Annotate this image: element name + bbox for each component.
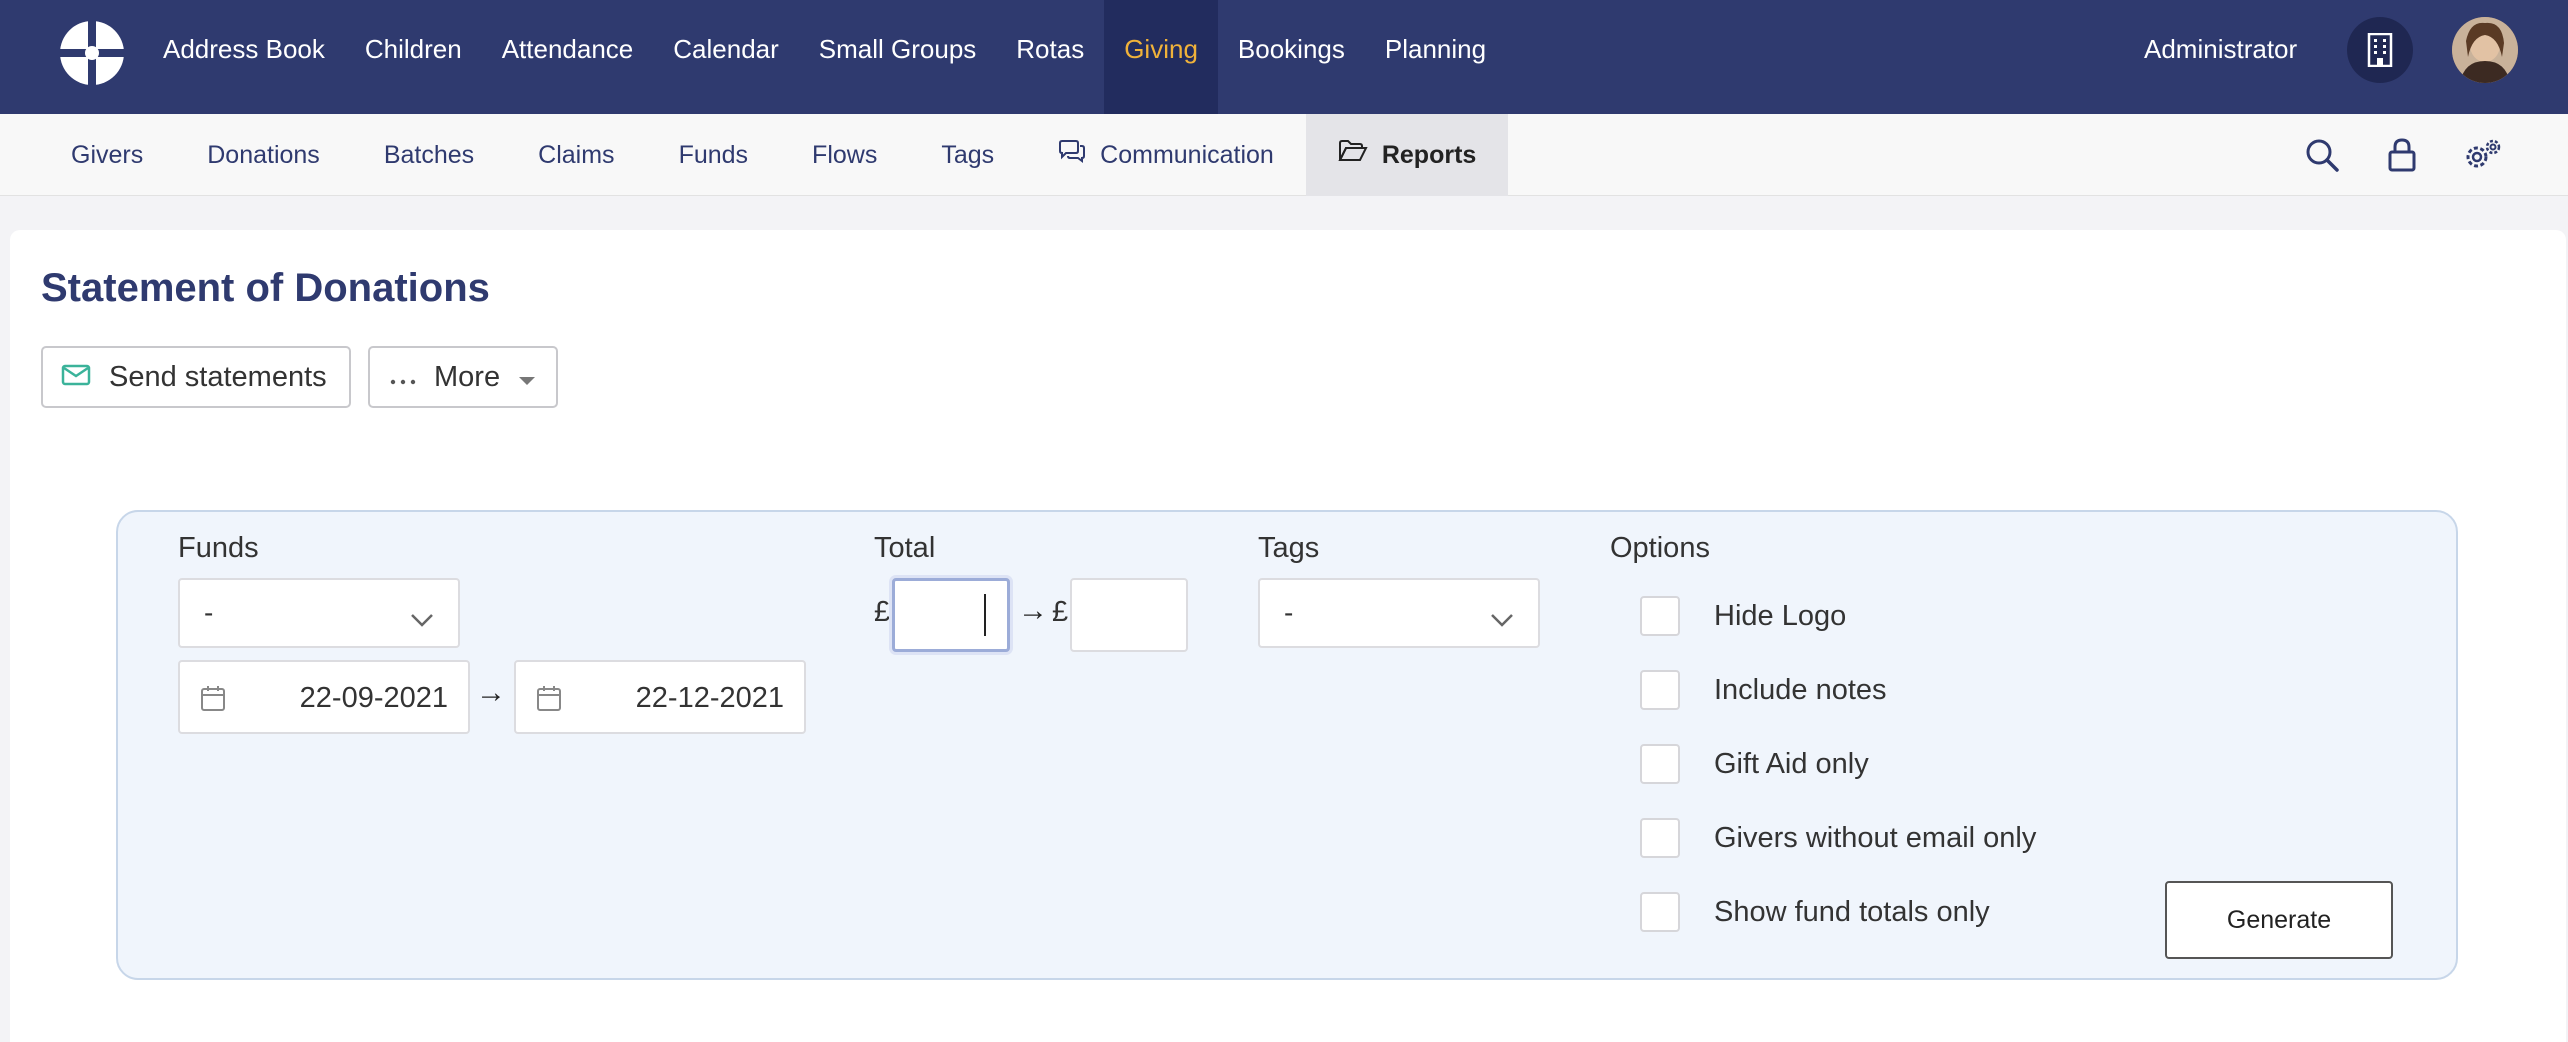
date-to-input[interactable]: 22-12-2021	[514, 660, 806, 734]
nav-item-attendance[interactable]: Attendance	[482, 0, 654, 114]
chat-icon	[1058, 115, 1086, 195]
user-name[interactable]: Administrator	[2144, 0, 2297, 98]
ellipsis-icon	[390, 361, 416, 394]
chevron-down-icon	[1490, 602, 1514, 634]
nav-item-bookings[interactable]: Bookings	[1218, 0, 1365, 114]
tab-batches[interactable]: Batches	[352, 114, 506, 196]
funds-select[interactable]: -	[178, 578, 460, 648]
send-statements-button[interactable]: Send statements	[41, 346, 351, 408]
funds-label: Funds	[178, 532, 259, 564]
top-navigation-bar: Address Book Children Attendance Calenda…	[0, 0, 2568, 114]
tab-label: Tags	[941, 141, 995, 169]
tab-givers[interactable]: Givers	[39, 114, 175, 196]
tab-label: Reports	[1381, 141, 1477, 169]
nav-item-children[interactable]: Children	[345, 0, 482, 114]
tab-label: Flows	[812, 141, 878, 169]
nav-item-address-book[interactable]: Address Book	[143, 0, 345, 114]
sub-nav-menu: Givers Donations Batches Claims Funds Fl…	[39, 114, 1509, 196]
top-nav-menu: Address Book Children Attendance Calenda…	[143, 0, 1506, 114]
building-icon[interactable]	[2347, 17, 2413, 83]
tab-funds[interactable]: Funds	[647, 114, 780, 196]
option-include-notes[interactable]: Include notes	[1640, 670, 1887, 710]
checkbox[interactable]	[1640, 744, 1680, 784]
calendar-icon	[200, 684, 226, 720]
currency-symbol: £	[874, 596, 891, 628]
option-label: Show fund totals only	[1714, 895, 1990, 928]
tab-communication[interactable]: Communication	[1026, 114, 1306, 196]
more-dropdown-button[interactable]: More	[368, 346, 558, 408]
folder-open-icon	[1338, 115, 1368, 195]
giving-sub-navigation: Givers Donations Batches Claims Funds Fl…	[0, 114, 2568, 196]
tags-select-value: -	[1284, 597, 1294, 628]
checkbox[interactable]	[1640, 670, 1680, 710]
gear-icon[interactable]	[2460, 133, 2504, 177]
search-icon[interactable]	[2300, 133, 2344, 177]
tab-tags[interactable]: Tags	[909, 114, 1026, 196]
tab-reports[interactable]: Reports	[1305, 114, 1509, 196]
total-range-arrow: →	[1018, 594, 1048, 627]
total-label: Total	[874, 532, 936, 564]
options-label: Options	[1610, 532, 1710, 564]
tab-donations[interactable]: Donations	[175, 114, 352, 196]
text-cursor	[984, 594, 986, 636]
tab-label: Claims	[538, 141, 615, 169]
option-show-fund-totals[interactable]: Show fund totals only	[1640, 892, 1990, 932]
chevron-down-icon	[410, 602, 434, 634]
page-title: Statement of Donations	[41, 266, 490, 310]
option-label: Hide Logo	[1714, 599, 1847, 632]
option-label: Include notes	[1714, 673, 1887, 706]
caret-down-icon	[518, 361, 536, 394]
option-label: Givers without email only	[1714, 821, 2037, 854]
nav-item-small-groups[interactable]: Small Groups	[799, 0, 997, 114]
avatar[interactable]	[2452, 17, 2518, 83]
tab-label: Batches	[383, 141, 475, 169]
currency-symbol: £	[1052, 596, 1069, 628]
tab-claims[interactable]: Claims	[506, 114, 646, 196]
checkbox[interactable]	[1640, 892, 1680, 932]
tab-label: Funds	[678, 141, 749, 169]
sub-nav-tools	[2300, 114, 2504, 196]
nav-item-giving[interactable]: Giving	[1104, 0, 1218, 114]
nav-item-calendar[interactable]: Calendar	[653, 0, 799, 114]
church-logo-icon[interactable]	[58, 19, 126, 87]
more-label: More	[434, 360, 501, 393]
tags-label: Tags	[1258, 532, 1320, 564]
tags-select[interactable]: -	[1258, 578, 1540, 648]
generate-button[interactable]: Generate	[2165, 881, 2393, 959]
filter-panel: Funds - 22-09-2021 → 22-12-2021 Total £ …	[116, 510, 2458, 980]
date-to-value: 22-12-2021	[635, 682, 784, 714]
tab-label: Givers	[71, 141, 144, 169]
date-from-value: 22-09-2021	[299, 682, 448, 714]
tab-label: Communication	[1100, 141, 1274, 169]
total-min-input[interactable]	[892, 578, 1010, 652]
nav-item-planning[interactable]: Planning	[1365, 0, 1506, 114]
tab-label: Donations	[207, 141, 320, 169]
calendar-icon	[536, 684, 562, 720]
envelope-icon	[61, 361, 91, 394]
report-card: Statement of Donations Send statements M…	[10, 230, 2566, 1042]
option-givers-without-email[interactable]: Givers without email only	[1640, 818, 2036, 858]
option-label: Gift Aid only	[1714, 747, 1869, 780]
date-from-input[interactable]: 22-09-2021	[178, 660, 470, 734]
date-range-arrow: →	[476, 676, 506, 709]
tab-flows[interactable]: Flows	[780, 114, 909, 196]
option-hide-logo[interactable]: Hide Logo	[1640, 596, 1846, 636]
funds-select-value: -	[204, 597, 214, 628]
checkbox[interactable]	[1640, 596, 1680, 636]
nav-item-rotas[interactable]: Rotas	[996, 0, 1104, 114]
total-max-input[interactable]	[1070, 578, 1188, 652]
checkbox[interactable]	[1640, 818, 1680, 858]
lock-icon[interactable]	[2380, 133, 2424, 177]
option-gift-aid-only[interactable]: Gift Aid only	[1640, 744, 1869, 784]
send-statements-label: Send statements	[109, 360, 327, 393]
